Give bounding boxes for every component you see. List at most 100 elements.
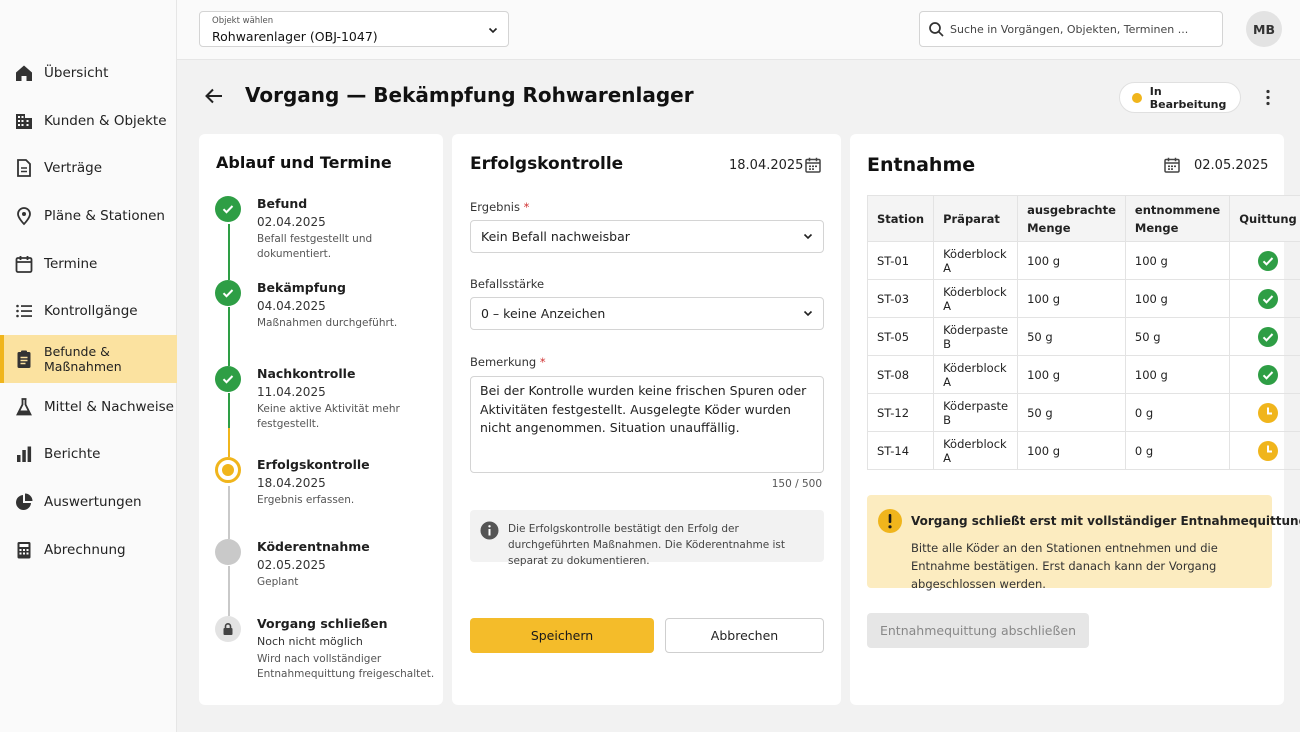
column-header: entnommene Menge	[1124, 195, 1231, 242]
table-row[interactable]: ST-05 Köderpaste B 50 g 50 g	[866, 317, 1300, 356]
step-title: Erfolgskontrolle	[257, 457, 370, 472]
sidebar-item-uebersicht[interactable]: Übersicht	[0, 49, 177, 97]
step-note: Maßnahmen durchgeführt.	[257, 317, 398, 329]
sidebar-item-label: Auswertungen	[44, 494, 142, 511]
praeparat-cell: Köderblock A	[933, 241, 1019, 280]
sidebar-item-auswertungen[interactable]: Auswertungen	[0, 478, 177, 526]
sidebar-item-label: Kontrollgänge	[44, 303, 138, 320]
ausgebracht-cell: 100 g	[1017, 355, 1126, 394]
calendar-icon[interactable]	[1163, 156, 1181, 174]
befallsstaerke-select[interactable]: 0 – keine Anzeichen	[470, 297, 824, 330]
table-row[interactable]: ST-12 Köderpaste B 50 g 0 g	[866, 393, 1300, 432]
sidebar-item-vertraege[interactable]: Verträge	[0, 144, 177, 192]
check-circle-icon	[1230, 326, 1300, 347]
sidebar-item-kunden[interactable]: Kunden & Objekte	[0, 97, 177, 145]
sidebar: Übersicht Kunden & Objekte Verträge Plän…	[0, 0, 177, 732]
step-note: Keine aktive Aktivität mehr festgestellt…	[257, 403, 400, 430]
calendar-icon	[14, 254, 34, 274]
sidebar-item-berichte[interactable]: Berichte	[0, 431, 177, 479]
station-cell: ST-05	[866, 317, 935, 356]
sidebar-item-termine[interactable]: Termine	[0, 240, 177, 288]
step-date: 02.05.2025	[257, 558, 326, 572]
entnahme-table: Station Präparat ausgebrachte Menge entn…	[866, 195, 1300, 470]
pie-chart-icon	[14, 492, 34, 512]
erfolgskontrolle-card: Erfolgskontrolle 18.04.2025 Ergebnis * K…	[452, 134, 841, 705]
timeline-connector	[228, 224, 230, 280]
status-badge: In Bearbeitung	[1119, 82, 1241, 113]
warning-icon	[878, 509, 902, 533]
status-label: In Bearbeitung	[1149, 84, 1227, 111]
sidebar-item-label: Befunde & Maßnahmen	[44, 343, 122, 374]
column-header: ausgebrachte Menge	[1017, 195, 1126, 242]
step-title: Vorgang schließen	[257, 616, 388, 631]
sidebar-item-label: Berichte	[44, 446, 101, 463]
station-cell: ST-12	[866, 393, 935, 432]
table-row[interactable]: ST-08 Köderblock A 100 g 100 g	[866, 355, 1300, 394]
timeline-connector	[228, 393, 230, 457]
lock-icon	[215, 616, 241, 642]
praeparat-cell: Köderblock A	[933, 431, 1019, 470]
entnommen-cell: 0 g	[1124, 431, 1231, 470]
ausgebracht-cell: 100 g	[1017, 241, 1126, 280]
clock-icon	[1230, 440, 1300, 461]
sidebar-item-abrechnung[interactable]: Abrechnung	[0, 526, 177, 574]
object-select-label: Objekt wählen	[212, 16, 274, 26]
timeline-title: Ablauf und Termine	[216, 153, 392, 172]
praeparat-cell: Köderblock A	[933, 355, 1019, 394]
check-circle-icon	[1230, 250, 1300, 271]
info-icon	[480, 521, 499, 540]
timeline-connector	[228, 566, 230, 616]
timeline-connector	[228, 307, 230, 366]
sidebar-nav: Übersicht Kunden & Objekte Verträge Plän…	[0, 49, 177, 574]
clock-icon	[1230, 402, 1300, 423]
praeparat-cell: Köderpaste B	[933, 317, 1019, 356]
document-icon	[14, 158, 34, 178]
step-note: Geplant	[257, 576, 299, 588]
calendar-icon[interactable]	[804, 156, 822, 174]
entnommen-cell: 100 g	[1124, 279, 1231, 318]
cancel-button[interactable]: Abbrechen	[665, 618, 824, 653]
warning-text: Bitte alle Köder an den Stationen entneh…	[911, 541, 1218, 591]
building-icon	[14, 111, 34, 131]
sidebar-item-mittel[interactable]: Mittel & Nachweise	[0, 383, 177, 431]
more-options-icon[interactable]	[1258, 88, 1278, 108]
topbar: Objekt wählen Rohwarenlager (OBJ-1047) M…	[177, 0, 1300, 60]
entnahme-title: Entnahme	[867, 154, 976, 176]
chevron-down-icon	[801, 229, 815, 243]
object-select-value: Rohwarenlager (OBJ-1047)	[212, 29, 378, 44]
table-row[interactable]: ST-03 Köderblock A 100 g 100 g	[866, 279, 1300, 318]
step-title: Befund	[257, 196, 308, 211]
step-date: 04.04.2025	[257, 299, 326, 313]
sidebar-item-befunde[interactable]: Befunde & Maßnahmen	[0, 335, 177, 383]
entnommen-cell: 50 g	[1124, 317, 1231, 356]
search-icon	[928, 21, 945, 38]
step-note: Ergebnis erfassen.	[257, 494, 355, 506]
bemerkung-label: Bemerkung *	[470, 355, 546, 369]
bemerkung-textarea[interactable]: Bei der Kontrolle wurden keine frischen …	[470, 376, 824, 473]
ausgebracht-cell: 50 g	[1017, 317, 1126, 356]
sidebar-item-label: Übersicht	[44, 64, 109, 81]
page-title: Vorgang — Bekämpfung Rohwarenlager	[245, 83, 694, 107]
befallsstaerke-label: Befallsstärke	[470, 277, 545, 291]
entnahmequittung-button[interactable]: Entnahmequittung abschließen	[867, 613, 1089, 648]
sidebar-item-kontrollgaenge[interactable]: Kontrollgänge	[0, 287, 177, 335]
search-input[interactable]	[950, 20, 1215, 39]
table-row[interactable]: ST-01 Köderblock A 100 g 100 g	[866, 241, 1300, 280]
quittung-cell	[1229, 241, 1300, 280]
avatar[interactable]: MB	[1246, 11, 1282, 47]
step-date: 18.04.2025	[257, 476, 326, 490]
back-button[interactable]	[203, 85, 225, 107]
object-select[interactable]: Objekt wählen Rohwarenlager (OBJ-1047)	[199, 11, 509, 47]
chevron-down-icon	[487, 24, 499, 36]
ergebnis-select[interactable]: Kein Befall nachweisbar	[470, 220, 824, 253]
step-date: Noch nicht möglich	[257, 635, 363, 648]
table-row[interactable]: ST-14 Köderblock A 100 g 0 g	[866, 431, 1300, 470]
check-icon	[215, 366, 241, 392]
station-cell: ST-14	[866, 431, 935, 470]
calculator-icon	[14, 540, 34, 560]
character-counter: 150 / 500	[771, 478, 822, 490]
check-icon	[215, 280, 241, 306]
sidebar-item-plaene[interactable]: Pläne & Stationen	[0, 192, 177, 240]
save-button[interactable]: Speichern	[470, 618, 654, 653]
timeline-connector	[228, 486, 230, 539]
